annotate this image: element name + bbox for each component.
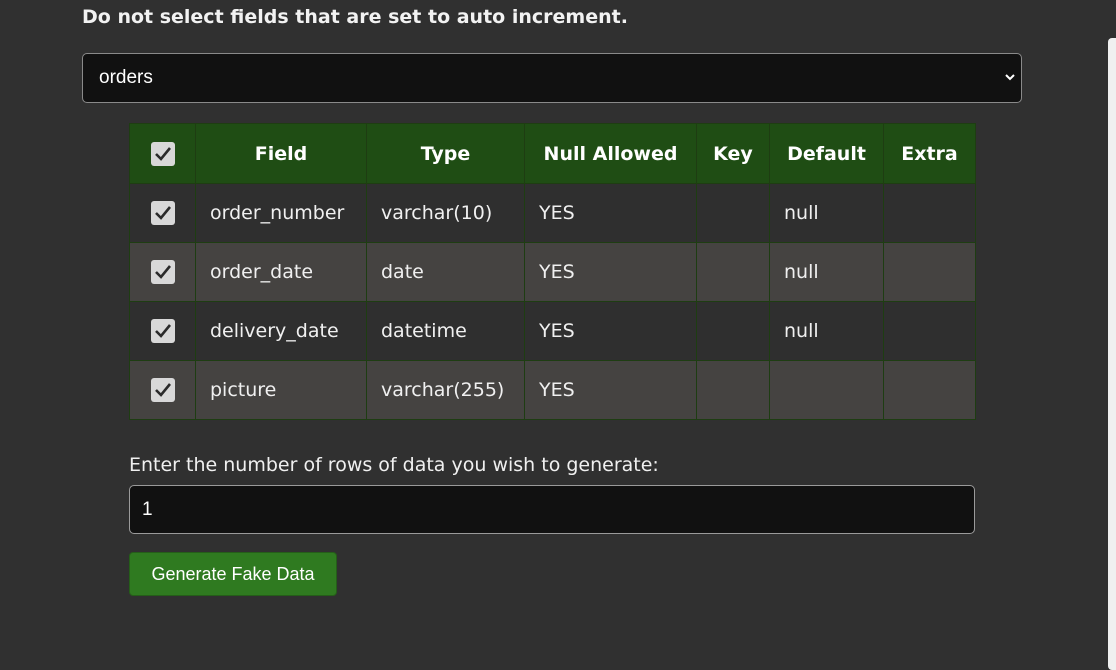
page-scrollbar[interactable]: [1108, 38, 1116, 670]
check-icon: [154, 383, 171, 397]
table-select-value: orders: [99, 67, 153, 88]
column-header-null-allowed: Null Allowed: [524, 123, 697, 184]
cell-field: delivery_date: [195, 301, 367, 361]
column-header-type: Type: [366, 123, 525, 184]
cell-key: [696, 242, 770, 302]
column-header-key: Key: [696, 123, 770, 184]
row-checkbox-cell: [129, 301, 196, 361]
table-row: order_date date YES null: [129, 242, 976, 302]
row-checkbox[interactable]: [150, 378, 175, 402]
select-all-checkbox[interactable]: [150, 141, 175, 166]
cell-extra: [883, 360, 976, 420]
table-select[interactable]: orders: [82, 53, 1022, 103]
column-header-field: Field: [195, 123, 367, 184]
cell-field: order_number: [195, 183, 367, 243]
column-header-extra: Extra: [883, 123, 976, 184]
table-row: order_number varchar(10) YES null: [129, 183, 976, 243]
cell-type: varchar(255): [366, 360, 525, 420]
cell-extra: [883, 242, 976, 302]
cell-type: varchar(10): [366, 183, 525, 243]
cell-field: order_date: [195, 242, 367, 302]
cell-extra: [883, 183, 976, 243]
cell-extra: [883, 301, 976, 361]
fields-table: Field Type Null Allowed Key Default Extr…: [129, 123, 976, 420]
cell-null-allowed: YES: [524, 183, 697, 243]
cell-key: [696, 183, 770, 243]
row-checkbox-cell: [129, 242, 196, 302]
cell-type: datetime: [366, 301, 525, 361]
check-icon: [154, 146, 171, 161]
row-checkbox[interactable]: [150, 201, 175, 225]
row-checkbox[interactable]: [150, 319, 175, 343]
check-icon: [154, 206, 171, 220]
rows-count-label: Enter the number of rows of data you wis…: [129, 454, 659, 476]
header-checkbox-cell: [129, 123, 196, 184]
cell-type: date: [366, 242, 525, 302]
row-checkbox-cell: [129, 183, 196, 243]
rows-count-input[interactable]: [129, 485, 975, 534]
page: Do not select fields that are set to aut…: [0, 0, 1116, 670]
row-checkbox-cell: [129, 360, 196, 420]
cell-key: [696, 301, 770, 361]
row-checkbox[interactable]: [150, 260, 175, 284]
cell-default: null: [769, 183, 884, 243]
cell-default: [769, 360, 884, 420]
cell-null-allowed: YES: [524, 360, 697, 420]
generate-fake-data-button[interactable]: Generate Fake Data: [129, 552, 337, 596]
cell-null-allowed: YES: [524, 301, 697, 361]
cell-default: null: [769, 301, 884, 361]
cell-field: picture: [195, 360, 367, 420]
table-row: picture varchar(255) YES: [129, 360, 976, 420]
column-header-default: Default: [769, 123, 884, 184]
check-icon: [154, 265, 171, 279]
check-icon: [154, 324, 171, 338]
cell-key: [696, 360, 770, 420]
cell-null-allowed: YES: [524, 242, 697, 302]
auto-increment-warning: Do not select fields that are set to aut…: [82, 6, 628, 28]
chevron-down-icon: [1005, 74, 1015, 81]
table-header-row: Field Type Null Allowed Key Default Extr…: [129, 123, 976, 184]
table-row: delivery_date datetime YES null: [129, 301, 976, 361]
cell-default: null: [769, 242, 884, 302]
